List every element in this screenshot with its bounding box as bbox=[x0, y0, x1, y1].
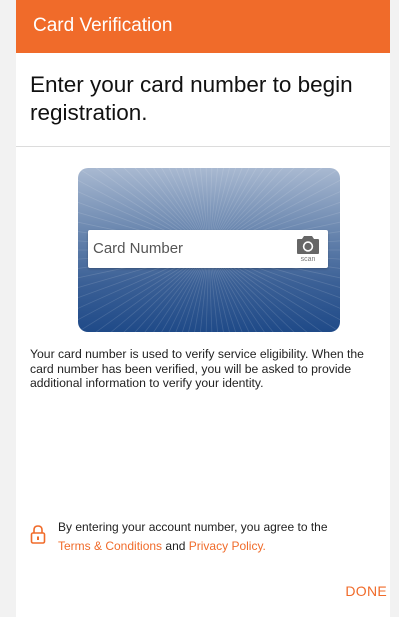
card-graphic: Card Number scan bbox=[78, 168, 340, 332]
done-button[interactable]: DONE bbox=[345, 582, 387, 600]
divider bbox=[16, 146, 390, 147]
terms-prefix: By entering your account number, you agr… bbox=[58, 520, 328, 534]
app-bar-title: Card Verification bbox=[33, 15, 173, 36]
screen: Card Verification Enter your card number… bbox=[0, 0, 399, 617]
camera-icon bbox=[297, 236, 319, 254]
app-bar: Card Verification bbox=[16, 0, 390, 53]
page-heading: Enter your card number to begin registra… bbox=[30, 72, 353, 125]
info-text: Your card number is used to verify servi… bbox=[30, 347, 364, 390]
card-number-placeholder: Card Number bbox=[93, 240, 184, 257]
privacy-policy-link[interactable]: Privacy Policy. bbox=[189, 539, 266, 553]
right-margin bbox=[390, 0, 399, 617]
card-number-input[interactable]: Card Number scan bbox=[88, 230, 328, 268]
scan-button[interactable]: scan bbox=[294, 233, 322, 265]
terms-notice: By entering your account number, you agr… bbox=[58, 518, 378, 556]
left-margin bbox=[0, 0, 16, 617]
terms-and: and bbox=[165, 539, 186, 553]
scan-label: scan bbox=[300, 256, 316, 263]
lock-icon bbox=[30, 525, 46, 544]
card-verification-screen: Card Verification Enter your card number… bbox=[16, 0, 390, 617]
terms-conditions-link[interactable]: Terms & Conditions bbox=[58, 539, 162, 553]
